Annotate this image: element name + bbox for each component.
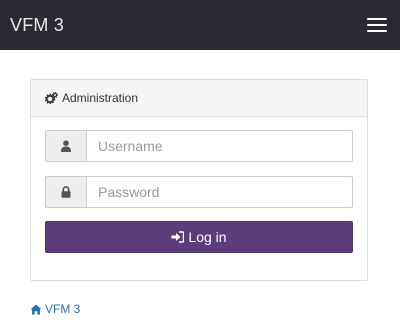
brand-title[interactable]: VFM 3 [10, 15, 64, 35]
password-group [45, 176, 353, 208]
panel-heading: Administration [31, 80, 367, 117]
login-button-label: Log in [188, 229, 227, 245]
navbar: VFM 3 [0, 0, 400, 50]
user-icon [45, 130, 86, 162]
panel-heading-label: Administration [62, 91, 139, 105]
username-group [45, 130, 353, 162]
home-icon [30, 304, 42, 314]
sign-in-icon [171, 231, 185, 243]
login-button[interactable]: Log in [45, 221, 353, 253]
home-link[interactable]: VFM 3 [30, 302, 80, 316]
home-link-label: VFM 3 [45, 302, 81, 316]
lock-icon [45, 176, 86, 208]
password-input[interactable] [86, 176, 353, 208]
login-panel: Administration Log in [30, 79, 368, 281]
gears-icon [45, 92, 58, 104]
hamburger-menu-icon[interactable] [358, 11, 392, 39]
username-input[interactable] [86, 130, 353, 162]
